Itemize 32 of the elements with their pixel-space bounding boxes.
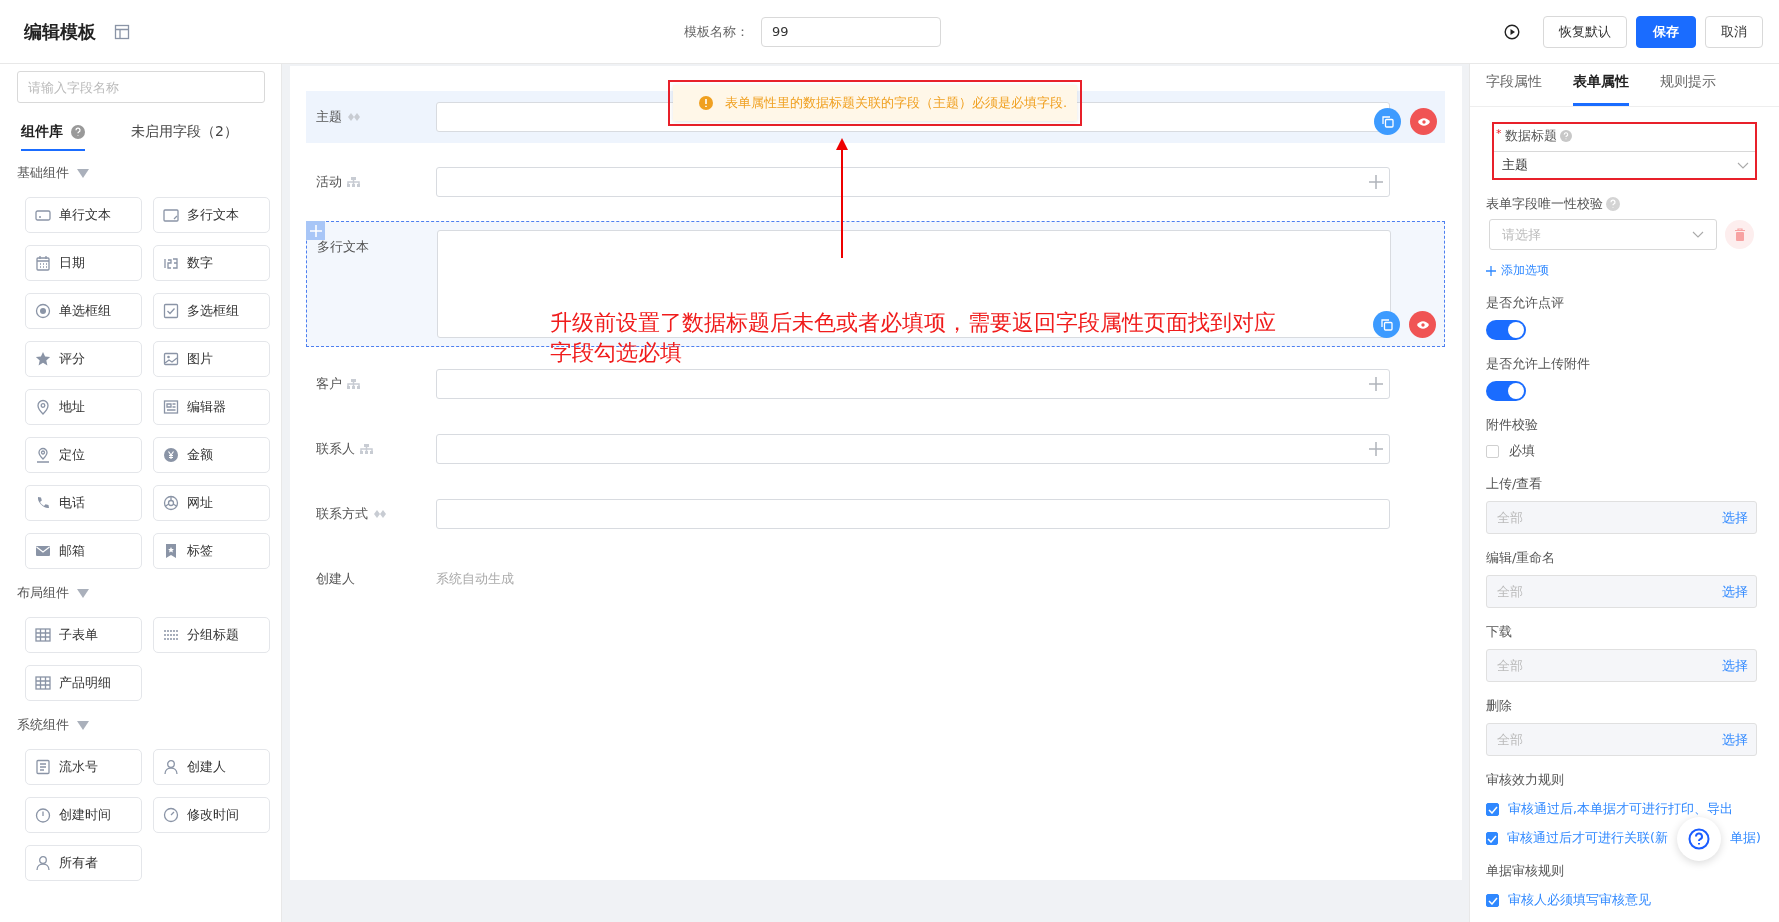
checkbox-label: 必填 [1509, 442, 1535, 460]
field-label: 多行文本 [317, 238, 369, 256]
warning-toast: 表单属性里的数据标题关联的字段（主题）必须是必填字段. [673, 85, 1078, 121]
template-name-label: 模板名称： [684, 22, 749, 41]
field-label: 主题 [316, 108, 342, 126]
rule-text: 审核人必须填写审核意见 [1508, 892, 1651, 909]
required-mark: * [1496, 127, 1502, 140]
property-label: 是否允许点评 [1486, 294, 1565, 312]
property-label: 上传/查看 [1486, 475, 1544, 493]
property-label: 数据标题 [1504, 127, 1557, 145]
field-label: 创建人 [316, 570, 355, 588]
rule-text: 审核通过后才可进行关联(新 [1507, 830, 1668, 847]
property-label: 下载 [1486, 623, 1513, 641]
rule-text: 单据) [1729, 830, 1761, 847]
property-label: 单据审核规则 [1486, 862, 1565, 880]
property-label: 审核效力规则 [1486, 771, 1565, 789]
group-title: 基础组件 [17, 164, 69, 182]
annotation-text: 升级前设置了数据标题后未色或者必填项，需要返回字段属性页面找到对应字段勾选必填 [550, 309, 1277, 367]
field-label: 活动 [316, 173, 342, 191]
property-label: 附件校验 [1486, 416, 1539, 434]
property-label: 删除 [1486, 697, 1513, 715]
field-label: 联系人 [316, 440, 355, 458]
group-title: 系统组件 [17, 716, 69, 734]
auto-value: 系统自动生成 [436, 571, 514, 586]
rule-text: 审核通过后,本单据才可进行打印、导出 [1508, 801, 1733, 818]
page-title: 编辑模板 [24, 19, 96, 44]
property-label: 编辑/重命名 [1486, 549, 1557, 567]
property-label: 表单字段唯一性校验 [1486, 195, 1603, 213]
field-label: 客户 [316, 375, 342, 393]
property-label: 是否允许上传附件 [1486, 355, 1591, 373]
group-title: 布局组件 [17, 584, 69, 602]
field-label: 联系方式 [316, 505, 368, 523]
